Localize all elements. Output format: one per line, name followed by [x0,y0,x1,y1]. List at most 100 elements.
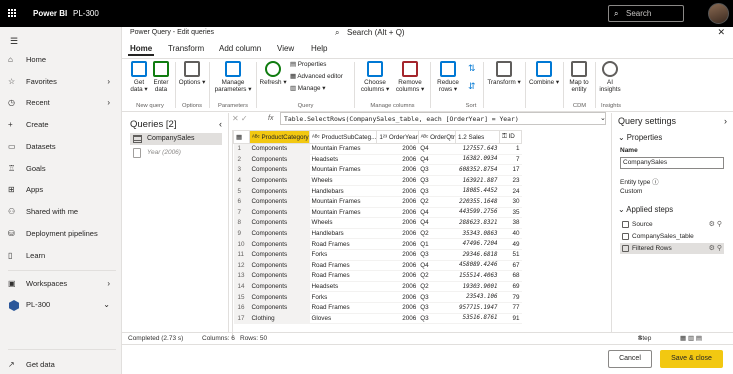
row-index[interactable]: 10 [233,238,250,250]
ai-insights-button[interactable]: AI insights [597,61,623,93]
nav-item-home[interactable]: ⌂ Home [8,53,118,67]
row-index[interactable]: 9 [233,228,250,240]
table-cell[interactable]: 2006 [376,175,419,187]
table-cell[interactable]: 1 [499,143,522,155]
options-button[interactable]: Options ▾ [178,61,206,86]
table-cell[interactable]: 155514.4063 [455,270,500,282]
row-index[interactable]: 7 [233,207,250,219]
reduce-rows-button[interactable]: Reduce rows ▾ [434,61,462,93]
sort-descending-icon[interactable]: ⇵ [468,81,476,92]
nav-item-get-data[interactable]: ↗ Get data [8,358,118,372]
properties-section[interactable]: ⌄ Properties [618,133,662,142]
table-row[interactable]: 16 Components Road Frames 2006 Q3 957715.1947… [233,302,522,314]
gear-icon[interactable]: ⚙ ⚲ [709,219,722,230]
table-row[interactable]: 1 Components Mountain Frames 2006 Q4 127557.6… [233,143,522,155]
table-cell[interactable]: Forks [309,291,377,303]
table-cell[interactable]: Q2 [418,270,456,282]
advanced-editor-button[interactable]: ▦ Advanced editor [290,73,343,80]
table-cell[interactable]: 47496.7204 [455,238,500,250]
row-index[interactable]: 5 [233,185,250,197]
table-cell[interactable]: 30 [499,196,522,208]
nav-item-favorites[interactable]: ☆ Favorites › [8,75,118,89]
table-cell[interactable]: Components [249,196,310,208]
nav-item-learn[interactable]: ▯ Learn [8,249,118,263]
row-index[interactable]: 13 [233,270,250,282]
app-launcher-icon[interactable] [8,9,17,18]
table-cell[interactable]: Q3 [418,302,456,314]
table-cell[interactable]: Components [249,228,310,240]
step-source[interactable]: Source ⚙ ⚲ [620,219,724,230]
row-index[interactable]: 8 [233,217,250,229]
table-cell[interactable]: Headsets [309,281,377,293]
row-index[interactable]: 14 [233,281,250,293]
table-cell[interactable]: Forks [309,249,377,261]
enter-data-button[interactable]: Enter data [150,61,172,93]
table-cell[interactable]: 443599.2756 [455,207,500,219]
table-cell[interactable]: Gloves [309,313,377,325]
table-cell[interactable]: Q3 [418,291,456,303]
table-cell[interactable]: Handlebars [309,228,377,240]
table-row[interactable]: 10 Components Road Frames 2006 Q1 47496.7204 4… [233,238,522,250]
table-cell[interactable]: 2006 [376,154,419,166]
step-companysales-table[interactable]: CompanySales_table [620,231,724,242]
nav-item-workspaces[interactable]: ▣ Workspaces › [8,277,118,291]
table-row[interactable]: 17 Clothing Gloves 2006 Q3 53516.8761 91 [233,313,522,325]
nav-item-apps[interactable]: ⊞ Apps [8,183,118,197]
select-all-cell[interactable]: ▦ [233,130,250,144]
hamburger-icon[interactable]: ☰ [10,36,18,47]
table-cell[interactable]: Q2 [418,196,456,208]
table-cell[interactable]: 51 [499,249,522,261]
step-filtered-rows[interactable]: Filtered Rows ⚙ ⚲ [620,243,724,254]
table-cell[interactable]: Q4 [418,217,456,229]
choose-columns-button[interactable]: Choose columns ▾ [360,61,390,93]
table-cell[interactable]: Q3 [418,164,456,176]
row-index[interactable]: 6 [233,196,250,208]
table-cell[interactable]: 19303.9001 [455,281,500,293]
table-cell[interactable]: Components [249,238,310,250]
table-cell[interactable]: 957715.1947 [455,302,500,314]
table-cell[interactable]: Q4 [418,143,456,155]
table-cell[interactable]: Clothing [249,313,310,325]
query-item-companysales[interactable]: CompanySales [130,133,222,145]
table-cell[interactable]: Mountain Frames [309,164,377,176]
table-cell[interactable]: 16382.0934 [455,154,500,166]
row-index[interactable]: 4 [233,175,250,187]
table-cell[interactable]: 2006 [376,143,419,155]
nav-item-shared[interactable]: ⚇ Shared with me [8,205,118,219]
table-cell[interactable]: Components [249,207,310,219]
table-cell[interactable]: Q2 [418,228,456,240]
table-row[interactable]: 15 Components Forks 2006 Q3 23543.106 79 [233,291,522,303]
table-cell[interactable]: Components [249,185,310,197]
table-cell[interactable]: Q4 [418,207,456,219]
table-cell[interactable]: Components [249,154,310,166]
table-cell[interactable]: 17 [499,164,522,176]
map-to-entity-button[interactable]: Map to entity [566,61,592,93]
table-cell[interactable]: Q1 [418,238,456,250]
table-cell[interactable]: 29346.6818 [455,249,500,261]
table-cell[interactable]: 23543.106 [455,291,500,303]
table-row[interactable]: 9 Components Handlebars 2006 Q2 35343.0863 40 [233,228,522,240]
column-header[interactable]: ᴬᴮᶜ ProductSubCateg... [308,130,378,144]
brand-label[interactable]: Power BI [33,9,67,18]
table-cell[interactable]: 2006 [376,217,419,229]
tab-transform[interactable]: Transform [168,44,204,53]
table-cell[interactable]: 79 [499,291,522,303]
table-cell[interactable]: 2006 [376,260,419,272]
table-cell[interactable]: 458089.4246 [455,260,500,272]
dialog-search-input[interactable]: ⌕ Search (Alt + Q) [335,26,463,40]
table-cell[interactable]: Components [249,281,310,293]
table-cell[interactable]: 91 [499,313,522,325]
table-cell[interactable]: Mountain Frames [309,143,377,155]
remove-columns-button[interactable]: Remove columns ▾ [394,61,426,93]
column-header[interactable]: ⚿ ID [499,130,522,144]
table-cell[interactable]: Mountain Frames [309,207,377,219]
tab-view[interactable]: View [277,44,294,53]
table-cell[interactable]: Road Frames [309,270,377,282]
cancel-button[interactable]: Cancel [608,350,652,368]
nav-item-goals[interactable]: ♖ Goals [8,162,118,176]
formula-input[interactable]: Table.SelectRows(CompanySales_table, eac… [280,112,606,125]
column-header[interactable]: ᴬᴮᶜ OrderQtr [417,130,457,144]
table-cell[interactable]: 68 [499,270,522,282]
properties-button[interactable]: ▤ Properties [290,61,326,68]
table-cell[interactable]: 40 [499,228,522,240]
